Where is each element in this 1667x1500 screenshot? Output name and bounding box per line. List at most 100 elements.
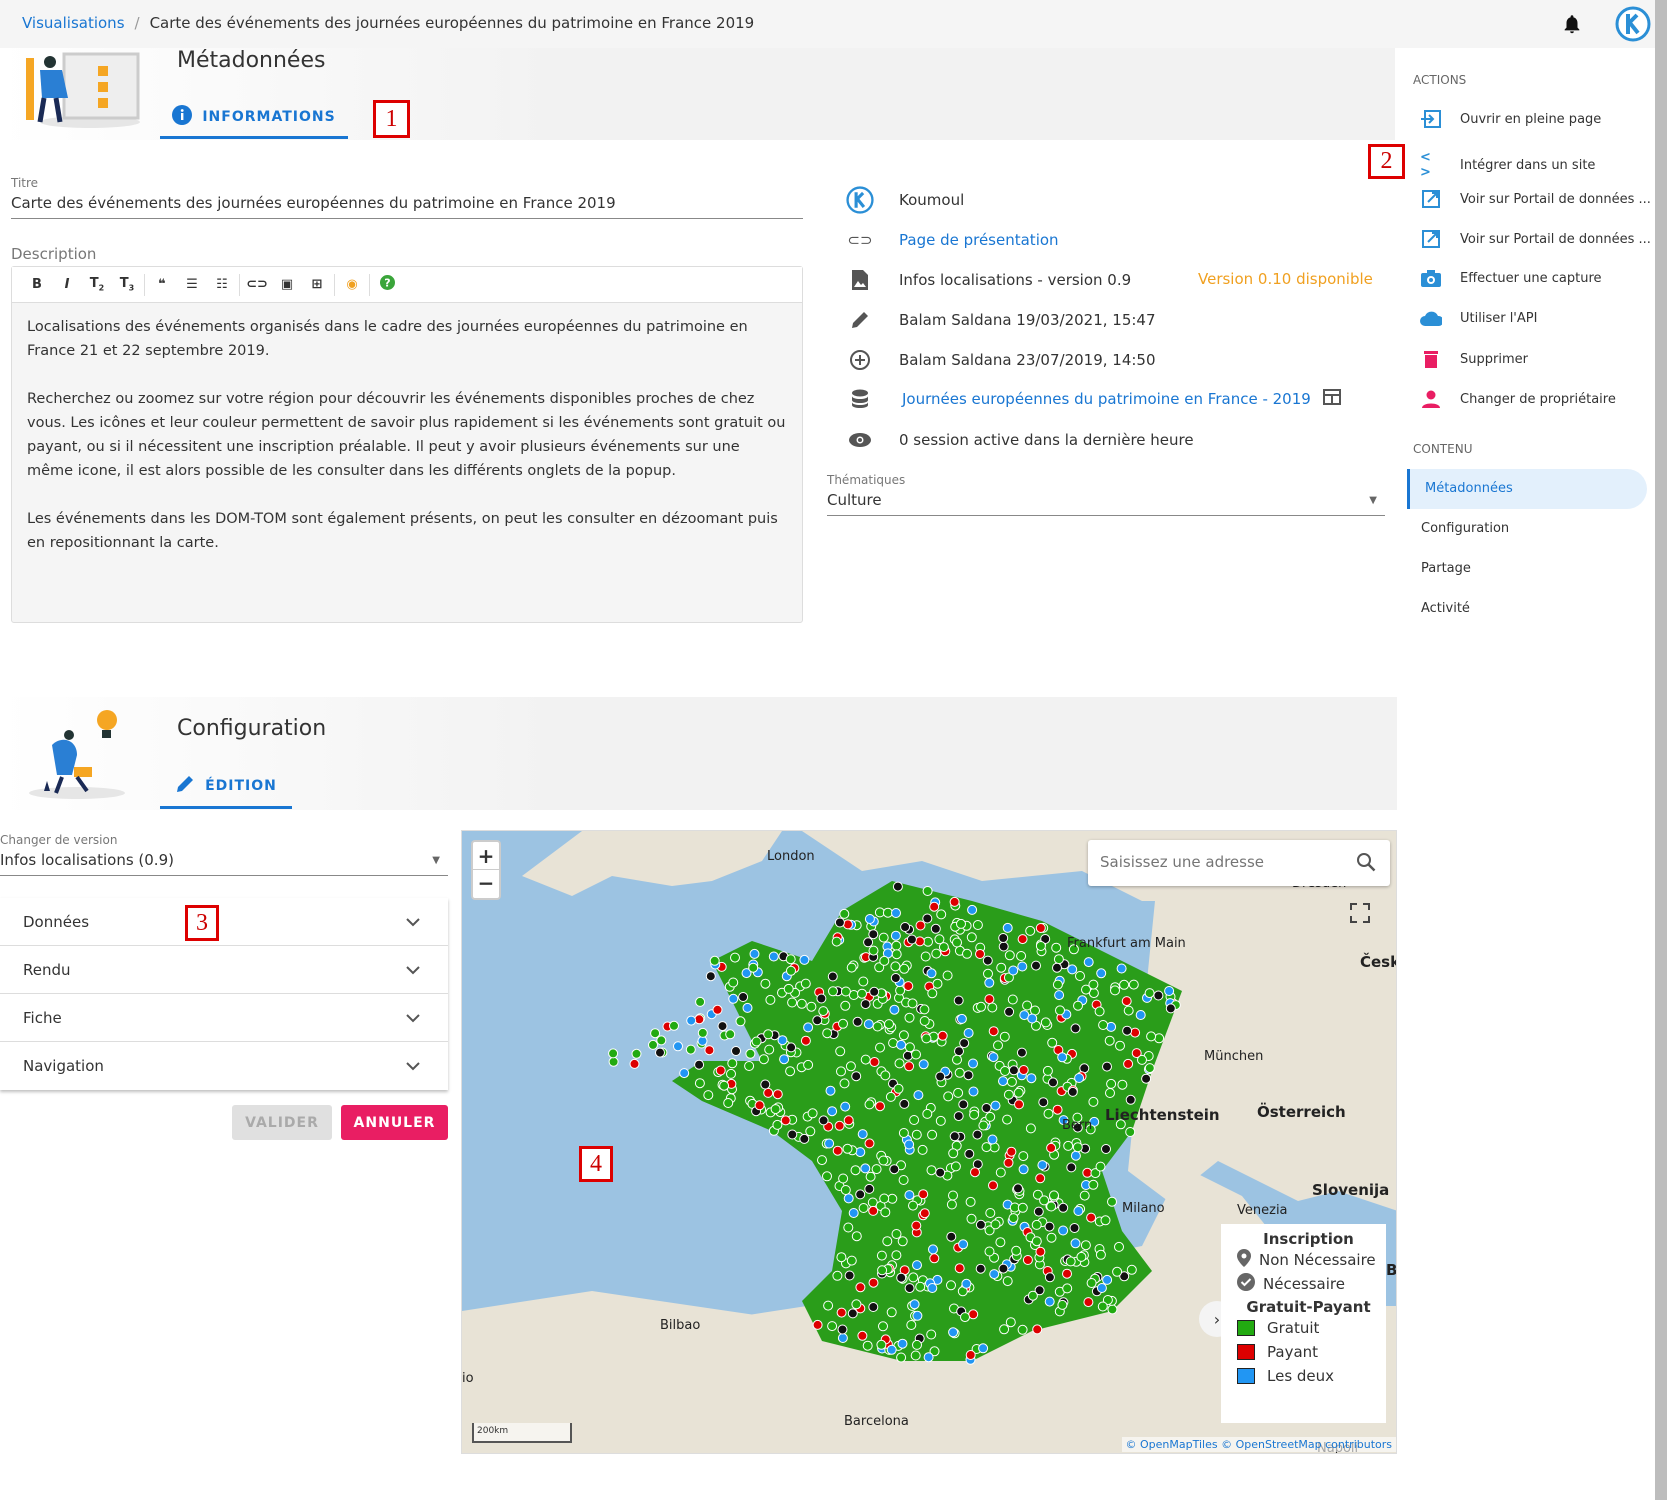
event-marker[interactable]	[891, 940, 902, 951]
event-marker[interactable]	[1146, 1031, 1157, 1042]
heading3-button[interactable]: T3	[114, 276, 140, 293]
event-marker[interactable]	[928, 1244, 938, 1255]
event-marker[interactable]	[608, 1048, 619, 1059]
event-marker[interactable]	[1123, 1058, 1134, 1069]
italic-button[interactable]: I	[54, 277, 80, 292]
event-marker[interactable]	[949, 1131, 960, 1142]
event-marker[interactable]	[904, 1283, 915, 1294]
event-marker[interactable]	[1003, 1157, 1014, 1168]
event-marker[interactable]	[816, 993, 827, 1004]
event-marker[interactable]	[906, 934, 917, 945]
event-marker[interactable]	[918, 1059, 929, 1070]
event-marker[interactable]	[783, 983, 794, 994]
event-marker[interactable]	[871, 1164, 882, 1175]
event-marker[interactable]	[1008, 1065, 1019, 1076]
event-marker[interactable]	[1057, 1299, 1068, 1310]
event-marker[interactable]	[673, 1041, 683, 1052]
event-marker[interactable]	[878, 1321, 888, 1332]
event-marker[interactable]	[1126, 1264, 1137, 1275]
breadcrumb-visualisations[interactable]: Visualisations	[22, 14, 125, 32]
event-marker[interactable]	[844, 1270, 855, 1281]
event-marker[interactable]	[1035, 1246, 1046, 1257]
event-marker[interactable]	[748, 962, 759, 973]
event-marker[interactable]	[832, 1145, 843, 1156]
event-marker[interactable]	[975, 949, 985, 959]
event-marker[interactable]	[1035, 1173, 1046, 1184]
event-marker[interactable]	[839, 908, 850, 919]
event-marker[interactable]	[805, 1126, 816, 1137]
event-marker[interactable]	[1048, 1077, 1058, 1088]
event-marker[interactable]	[1052, 1104, 1063, 1115]
event-marker[interactable]	[1027, 1290, 1038, 1301]
event-marker[interactable]	[1067, 964, 1078, 975]
event-marker[interactable]	[1017, 1202, 1028, 1213]
event-marker[interactable]	[730, 952, 740, 963]
event-marker[interactable]	[631, 1048, 642, 1059]
event-marker[interactable]	[812, 1319, 823, 1330]
event-marker[interactable]	[839, 1078, 850, 1089]
event-marker[interactable]	[889, 1004, 900, 1015]
event-marker[interactable]	[807, 1108, 818, 1119]
action-change-owner[interactable]: Changer de propriétaire	[1420, 390, 1616, 408]
event-marker[interactable]	[880, 1207, 891, 1218]
event-marker[interactable]	[847, 1308, 858, 1319]
event-marker[interactable]	[848, 1208, 859, 1218]
event-marker[interactable]	[1044, 1272, 1055, 1283]
event-marker[interactable]	[827, 1321, 838, 1332]
event-marker[interactable]	[868, 1205, 879, 1216]
event-marker[interactable]	[800, 1035, 811, 1046]
event-marker[interactable]	[929, 901, 940, 912]
event-marker[interactable]	[1144, 1063, 1155, 1074]
event-marker[interactable]	[1076, 1251, 1087, 1262]
event-marker[interactable]	[704, 1045, 715, 1056]
event-marker[interactable]	[1165, 1003, 1176, 1014]
map[interactable]: London Deutschland Dresden Frankfurt am …	[461, 830, 1397, 1454]
action-embed[interactable]: < > Intégrer dans un site	[1420, 150, 1595, 180]
event-marker[interactable]	[996, 962, 1007, 973]
event-marker[interactable]	[964, 1148, 975, 1159]
event-marker[interactable]	[843, 1222, 854, 1233]
event-marker[interactable]	[803, 1022, 814, 1033]
event-marker[interactable]	[1105, 1088, 1115, 1098]
event-marker[interactable]	[894, 1058, 905, 1069]
event-marker[interactable]	[911, 1220, 922, 1231]
event-marker[interactable]	[1035, 941, 1046, 951]
event-marker[interactable]	[990, 1219, 1001, 1230]
event-marker[interactable]	[1083, 1297, 1094, 1308]
event-marker[interactable]	[868, 1277, 879, 1288]
event-marker[interactable]	[1083, 957, 1094, 968]
event-marker[interactable]	[963, 1028, 974, 1038]
event-marker[interactable]	[1117, 1079, 1128, 1090]
event-marker[interactable]	[1125, 1127, 1136, 1137]
event-marker[interactable]	[899, 1098, 910, 1109]
event-marker[interactable]	[763, 1087, 774, 1098]
section-fiche[interactable]: Fiche	[0, 994, 448, 1042]
event-marker[interactable]	[911, 1049, 921, 1060]
event-marker[interactable]	[715, 1065, 726, 1076]
event-marker[interactable]	[803, 1059, 814, 1070]
event-marker[interactable]	[840, 1101, 851, 1112]
event-marker[interactable]	[765, 994, 776, 1005]
event-marker[interactable]	[911, 1129, 922, 1140]
event-marker[interactable]	[904, 1042, 915, 1053]
event-marker[interactable]	[836, 1307, 847, 1318]
event-marker[interactable]	[998, 1076, 1008, 1087]
event-marker[interactable]	[851, 1299, 862, 1310]
event-marker[interactable]	[1018, 1065, 1029, 1075]
event-marker[interactable]	[1003, 1089, 1014, 1100]
event-marker[interactable]	[1069, 1223, 1080, 1233]
event-marker[interactable]	[927, 1129, 938, 1140]
event-marker[interactable]	[855, 1282, 866, 1293]
event-marker[interactable]	[785, 954, 796, 965]
event-marker[interactable]	[800, 978, 811, 989]
event-marker[interactable]	[880, 1070, 891, 1081]
event-marker[interactable]	[770, 1104, 781, 1115]
event-marker[interactable]	[926, 1329, 937, 1340]
event-marker[interactable]	[837, 1333, 848, 1343]
event-marker[interactable]	[954, 1263, 965, 1274]
event-marker[interactable]	[1074, 1073, 1085, 1083]
event-marker[interactable]	[777, 1035, 788, 1046]
event-marker[interactable]	[858, 1203, 869, 1213]
event-marker[interactable]	[1119, 979, 1130, 990]
event-marker[interactable]	[745, 1048, 756, 1059]
